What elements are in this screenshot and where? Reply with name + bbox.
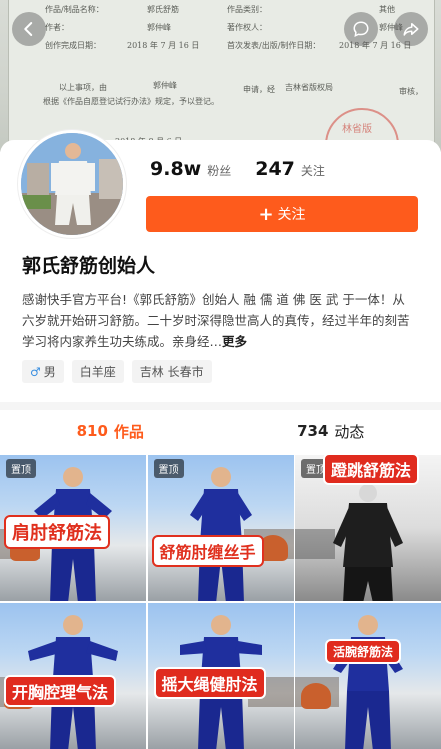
cert-text: 审核， [399,87,423,96]
cert-text: 申请，经 [243,85,275,94]
chevron-left-icon [24,22,33,36]
cert-text: 以上事项，由 [59,83,107,92]
follow-button[interactable]: + 关注 [146,196,418,232]
tab-moments-label: 动态 [334,422,365,441]
video-grid: 置顶 肩肘舒筋法 置顶 舒筋肘缠丝手 置顶 蹬跳舒筋法 开胸腔理气法 摇大绳健肘… [0,455,441,749]
plus-icon: + [258,203,274,225]
video-thumbnail[interactable]: 摇大绳健肘法 [147,603,294,749]
cert-label: 首次发表/出版/制作日期： [227,41,321,50]
cert-text: 吉林省版权局 [285,83,333,92]
profile-tags: ♂ 男 白羊座 吉林 长春市 [22,360,212,383]
video-thumbnail[interactable]: 活腕舒筋法 [295,603,441,749]
following-label[interactable]: 关注 [301,162,325,179]
pinned-badge: 置顶 [6,459,36,478]
tab-works[interactable]: 810 作品 [0,414,221,448]
cert-text: 根据《作品自愿登记试行办法》规定，予以登记。 [43,97,219,106]
zodiac-tag-label: 白羊座 [79,365,116,379]
video-thumbnail[interactable]: 开胸腔理气法 [0,603,146,749]
zodiac-tag: 白羊座 [71,360,124,383]
cert-label: 作品类别： [227,5,267,14]
content-tabs: 810 作品 734 动态 [0,414,441,448]
practitioner-figure [189,467,252,601]
video-title: 肩肘舒筋法 [4,515,110,549]
avatar[interactable] [18,130,126,238]
profile-stats: 9.8w 粉丝 247 关注 [150,158,343,180]
followers-count[interactable]: 9.8w [150,158,201,180]
cert-text: 郭仲峰 [153,81,177,90]
cert-label: 创作完成日期： [45,41,101,50]
male-icon: ♂ [30,364,41,379]
message-button[interactable] [344,12,378,46]
profile-name: 郭氏舒筋创始人 [22,255,156,277]
video-title: 开胸腔理气法 [4,675,117,707]
cert-value: 郭氏舒筋 [147,5,179,14]
following-count[interactable]: 247 [255,158,295,180]
bio-text: 感谢快手官方平台!《郭氏舒筋》创始人 融 儒 道 佛 医 武 于一体！从六岁就开… [22,292,410,349]
pinned-badge: 置顶 [153,459,184,478]
cert-value: 郭仲峰 [147,23,171,32]
followers-label[interactable]: 粉丝 [207,162,231,179]
location-tag: 吉林 长春市 [131,360,212,383]
section-divider [0,402,441,410]
back-button[interactable] [12,12,46,46]
profile-bio[interactable]: 感谢快手官方平台!《郭氏舒筋》创始人 融 儒 道 佛 医 武 于一体！从六岁就开… [22,289,414,352]
video-title: 蹬跳舒筋法 [323,455,420,485]
tab-works-label: 作品 [113,422,144,441]
cert-label: 作品/制品名称： [45,5,104,14]
tab-moments[interactable]: 734 动态 [221,414,441,448]
share-button[interactable] [394,12,428,46]
bio-more-link[interactable]: 更多 [222,334,247,349]
video-thumbnail[interactable]: 置顶 肩肘舒筋法 [0,455,146,601]
cert-value: 其他 [379,5,395,14]
avatar-photo [21,133,123,235]
follow-button-label: 关注 [277,207,306,223]
share-arrow-icon [403,23,419,36]
video-thumbnail[interactable]: 置顶 蹬跳舒筋法 [295,455,441,601]
location-tag-label: 吉林 长春市 [139,365,204,379]
cert-value: 2018 年 7 月 16 日 [127,41,200,50]
video-title: 活腕舒筋法 [325,639,402,664]
tab-moments-count: 734 [297,422,329,440]
video-thumbnail[interactable]: 置顶 舒筋肘缠丝手 [147,455,294,601]
gender-tag: ♂ 男 [22,360,64,383]
video-title: 舒筋肘缠丝手 [151,535,264,567]
cert-label: 作者： [45,23,69,32]
chat-bubble-icon [353,21,369,38]
seal-stamp-text: 林省版 [342,124,372,135]
gender-tag-label: 男 [43,365,56,379]
video-title: 摇大绳健肘法 [153,667,266,699]
practitioner-figure [333,615,403,749]
cert-label: 著作权人： [227,23,267,32]
tab-works-count: 810 [76,422,108,440]
